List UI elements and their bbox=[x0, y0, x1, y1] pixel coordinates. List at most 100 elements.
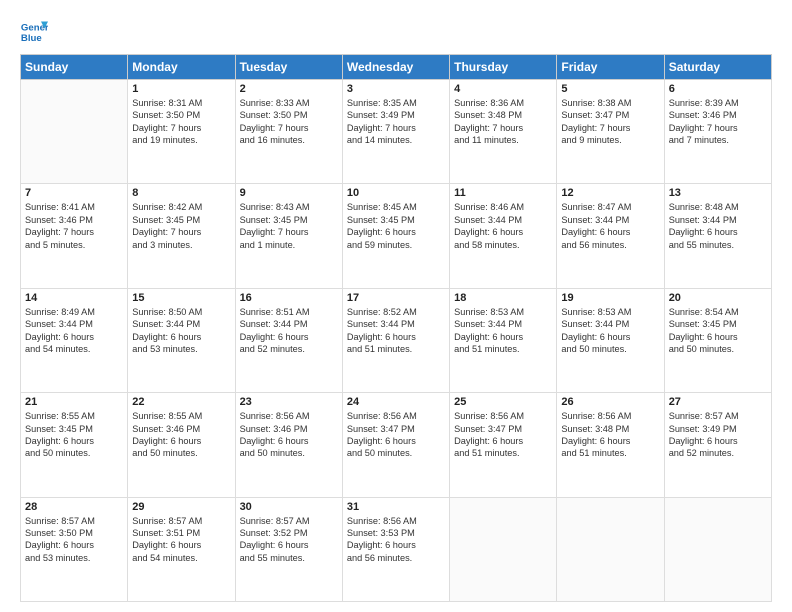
day-number: 15 bbox=[132, 292, 230, 304]
calendar-cell bbox=[450, 497, 557, 601]
calendar-cell: 14 Sunrise: 8:49 AM Sunset: 3:44 PM Dayli… bbox=[21, 288, 128, 392]
cell-details: Sunrise: 8:42 AM Sunset: 3:45 PM Dayligh… bbox=[132, 201, 230, 251]
day-header-sunday: Sunday bbox=[21, 55, 128, 80]
calendar-cell: 1 Sunrise: 8:31 AM Sunset: 3:50 PM Daylig… bbox=[128, 80, 235, 184]
cell-details: Sunrise: 8:57 AM Sunset: 3:51 PM Dayligh… bbox=[132, 515, 230, 565]
day-number: 21 bbox=[25, 396, 123, 408]
cell-details: Sunrise: 8:43 AM Sunset: 3:45 PM Dayligh… bbox=[240, 201, 338, 251]
cell-details: Sunrise: 8:41 AM Sunset: 3:46 PM Dayligh… bbox=[25, 201, 123, 251]
calendar-cell bbox=[21, 80, 128, 184]
calendar-cell: 19Sunrise: 8:53 AM Sunset: 3:44 PM Dayli… bbox=[557, 288, 664, 392]
calendar-cell: 29 Sunrise: 8:57 AM Sunset: 3:51 PM Dayli… bbox=[128, 497, 235, 601]
cell-details: Sunrise: 8:50 AM Sunset: 3:44 PM Dayligh… bbox=[132, 306, 230, 356]
calendar-cell: 7 Sunrise: 8:41 AM Sunset: 3:46 PM Daylig… bbox=[21, 184, 128, 288]
cell-details: Sunrise: 8:57 AM Sunset: 3:49 PM Dayligh… bbox=[669, 410, 767, 460]
cell-details: Sunrise: 8:53 AM Sunset: 3:44 PM Dayligh… bbox=[454, 306, 552, 356]
cell-details: Sunrise: 8:56 AM Sunset: 3:46 PM Dayligh… bbox=[240, 410, 338, 460]
calendar-cell: 13 Sunrise: 8:48 AM Sunset: 3:44 PM Dayli… bbox=[664, 184, 771, 288]
day-number: 5 bbox=[561, 83, 659, 95]
calendar: SundayMondayTuesdayWednesdayThursdayFrid… bbox=[20, 54, 772, 602]
day-number: 18 bbox=[454, 292, 552, 304]
cell-details: Sunrise: 8:51 AM Sunset: 3:44 PM Dayligh… bbox=[240, 306, 338, 356]
cell-details: Sunrise: 8:47 AM Sunset: 3:44 PM Dayligh… bbox=[561, 201, 659, 251]
calendar-cell: 17 Sunrise: 8:52 AM Sunset: 3:44 PM Dayli… bbox=[342, 288, 449, 392]
day-number: 29 bbox=[132, 501, 230, 513]
calendar-cell: 31 Sunrise: 8:56 AM Sunset: 3:53 PM Dayli… bbox=[342, 497, 449, 601]
calendar-cell: 18 Sunrise: 8:53 AM Sunset: 3:44 PM Dayli… bbox=[450, 288, 557, 392]
calendar-cell: 16Sunrise: 8:51 AM Sunset: 3:44 PM Dayli… bbox=[235, 288, 342, 392]
day-number: 24 bbox=[347, 396, 445, 408]
cell-details: Sunrise: 8:56 AM Sunset: 3:48 PM Dayligh… bbox=[561, 410, 659, 460]
cell-details: Sunrise: 8:48 AM Sunset: 3:44 PM Dayligh… bbox=[669, 201, 767, 251]
calendar-cell: 8 Sunrise: 8:42 AM Sunset: 3:45 PM Daylig… bbox=[128, 184, 235, 288]
cell-details: Sunrise: 8:56 AM Sunset: 3:53 PM Dayligh… bbox=[347, 515, 445, 565]
calendar-cell: 9 Sunrise: 8:43 AM Sunset: 3:45 PM Daylig… bbox=[235, 184, 342, 288]
day-header-monday: Monday bbox=[128, 55, 235, 80]
day-number: 25 bbox=[454, 396, 552, 408]
day-number: 31 bbox=[347, 501, 445, 513]
cell-details: Sunrise: 8:55 AM Sunset: 3:45 PM Dayligh… bbox=[25, 410, 123, 460]
day-header-tuesday: Tuesday bbox=[235, 55, 342, 80]
cell-details: Sunrise: 8:31 AM Sunset: 3:50 PM Dayligh… bbox=[132, 97, 230, 147]
day-header-wednesday: Wednesday bbox=[342, 55, 449, 80]
day-number: 23 bbox=[240, 396, 338, 408]
calendar-cell: 3Sunrise: 8:35 AM Sunset: 3:49 PM Daylig… bbox=[342, 80, 449, 184]
calendar-cell bbox=[557, 497, 664, 601]
calendar-cell: 25Sunrise: 8:56 AM Sunset: 3:47 PM Dayli… bbox=[450, 393, 557, 497]
day-number: 4 bbox=[454, 83, 552, 95]
logo-icon: General Blue bbox=[20, 18, 48, 46]
day-number: 1 bbox=[132, 83, 230, 95]
day-number: 17 bbox=[347, 292, 445, 304]
day-number: 30 bbox=[240, 501, 338, 513]
svg-text:Blue: Blue bbox=[21, 33, 42, 44]
calendar-cell: 10 Sunrise: 8:45 AM Sunset: 3:45 PM Dayli… bbox=[342, 184, 449, 288]
calendar-cell: 21 Sunrise: 8:55 AM Sunset: 3:45 PM Dayli… bbox=[21, 393, 128, 497]
calendar-cell: 22 Sunrise: 8:55 AM Sunset: 3:46 PM Dayli… bbox=[128, 393, 235, 497]
cell-details: Sunrise: 8:49 AM Sunset: 3:44 PM Dayligh… bbox=[25, 306, 123, 356]
day-number: 11 bbox=[454, 187, 552, 199]
calendar-cell: 5 Sunrise: 8:38 AM Sunset: 3:47 PM Daylig… bbox=[557, 80, 664, 184]
cell-details: Sunrise: 8:39 AM Sunset: 3:46 PM Dayligh… bbox=[669, 97, 767, 147]
cell-details: Sunrise: 8:53 AM Sunset: 3:44 PM Dayligh… bbox=[561, 306, 659, 356]
day-number: 10 bbox=[347, 187, 445, 199]
day-number: 2 bbox=[240, 83, 338, 95]
day-number: 7 bbox=[25, 187, 123, 199]
calendar-cell: 4Sunrise: 8:36 AM Sunset: 3:48 PM Daylig… bbox=[450, 80, 557, 184]
day-number: 12 bbox=[561, 187, 659, 199]
calendar-cell: 20 Sunrise: 8:54 AM Sunset: 3:45 PM Dayli… bbox=[664, 288, 771, 392]
cell-details: Sunrise: 8:38 AM Sunset: 3:47 PM Dayligh… bbox=[561, 97, 659, 147]
day-header-thursday: Thursday bbox=[450, 55, 557, 80]
day-number: 14 bbox=[25, 292, 123, 304]
day-number: 26 bbox=[561, 396, 659, 408]
day-number: 13 bbox=[669, 187, 767, 199]
calendar-cell: 24 Sunrise: 8:56 AM Sunset: 3:47 PM Dayli… bbox=[342, 393, 449, 497]
calendar-cell: 12 Sunrise: 8:47 AM Sunset: 3:44 PM Dayli… bbox=[557, 184, 664, 288]
calendar-cell: 28 Sunrise: 8:57 AM Sunset: 3:50 PM Dayli… bbox=[21, 497, 128, 601]
day-number: 28 bbox=[25, 501, 123, 513]
calendar-cell: 26 Sunrise: 8:56 AM Sunset: 3:48 PM Dayli… bbox=[557, 393, 664, 497]
cell-details: Sunrise: 8:57 AM Sunset: 3:52 PM Dayligh… bbox=[240, 515, 338, 565]
cell-details: Sunrise: 8:52 AM Sunset: 3:44 PM Dayligh… bbox=[347, 306, 445, 356]
cell-details: Sunrise: 8:46 AM Sunset: 3:44 PM Dayligh… bbox=[454, 201, 552, 251]
calendar-cell: 6 Sunrise: 8:39 AM Sunset: 3:46 PM Daylig… bbox=[664, 80, 771, 184]
day-number: 3 bbox=[347, 83, 445, 95]
day-header-saturday: Saturday bbox=[664, 55, 771, 80]
calendar-cell bbox=[664, 497, 771, 601]
day-number: 9 bbox=[240, 187, 338, 199]
cell-details: Sunrise: 8:57 AM Sunset: 3:50 PM Dayligh… bbox=[25, 515, 123, 565]
cell-details: Sunrise: 8:54 AM Sunset: 3:45 PM Dayligh… bbox=[669, 306, 767, 356]
cell-details: Sunrise: 8:55 AM Sunset: 3:46 PM Dayligh… bbox=[132, 410, 230, 460]
day-header-friday: Friday bbox=[557, 55, 664, 80]
day-number: 27 bbox=[669, 396, 767, 408]
cell-details: Sunrise: 8:33 AM Sunset: 3:50 PM Dayligh… bbox=[240, 97, 338, 147]
calendar-cell: 15 Sunrise: 8:50 AM Sunset: 3:44 PM Dayli… bbox=[128, 288, 235, 392]
cell-details: Sunrise: 8:56 AM Sunset: 3:47 PM Dayligh… bbox=[347, 410, 445, 460]
day-number: 6 bbox=[669, 83, 767, 95]
day-number: 22 bbox=[132, 396, 230, 408]
cell-details: Sunrise: 8:45 AM Sunset: 3:45 PM Dayligh… bbox=[347, 201, 445, 251]
calendar-cell: 30 Sunrise: 8:57 AM Sunset: 3:52 PM Dayli… bbox=[235, 497, 342, 601]
day-number: 20 bbox=[669, 292, 767, 304]
calendar-cell: 11 Sunrise: 8:46 AM Sunset: 3:44 PM Dayli… bbox=[450, 184, 557, 288]
day-number: 8 bbox=[132, 187, 230, 199]
calendar-cell: 27 Sunrise: 8:57 AM Sunset: 3:49 PM Dayli… bbox=[664, 393, 771, 497]
